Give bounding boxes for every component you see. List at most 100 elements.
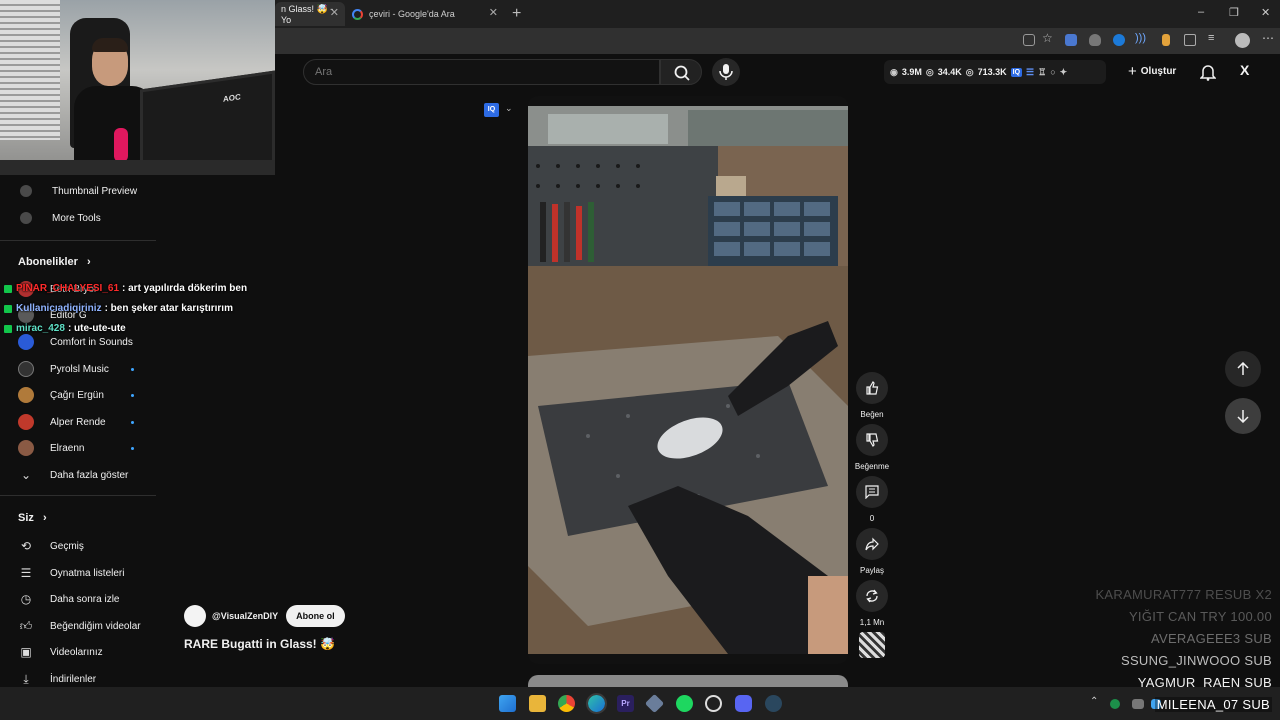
chrome-icon[interactable] xyxy=(558,695,575,712)
spotify-icon[interactable] xyxy=(676,695,693,712)
lock-extension-icon[interactable] xyxy=(1162,34,1170,46)
sidebar-item-subscription[interactable]: Pyrolsl Music xyxy=(18,361,109,377)
tool-icon xyxy=(20,185,32,197)
arrow-up-icon xyxy=(1237,362,1249,375)
sidebar-item-thumbnail-preview[interactable]: Thumbnail Preview xyxy=(18,185,137,197)
trophy-icon[interactable]: ♖ xyxy=(1038,67,1046,78)
x-icon[interactable]: X xyxy=(1240,62,1249,78)
sidebar-item-subscription[interactable]: Comfort in Sounds xyxy=(18,334,133,350)
create-button[interactable]: + Oluştur xyxy=(1128,63,1176,80)
sidebar-item-label: Thumbnail Preview xyxy=(52,185,138,197)
wifi-extension-icon[interactable]: ))) xyxy=(1135,32,1147,44)
windows-start-icon[interactable] xyxy=(499,695,516,712)
sidebar-item-more-tools[interactable]: More Tools xyxy=(18,212,101,224)
next-short-button[interactable] xyxy=(1225,398,1261,434)
tab-close-icon[interactable]: ✕ xyxy=(489,6,498,19)
video-icon: ▣ xyxy=(20,645,32,659)
translate-extension-icon[interactable] xyxy=(1065,34,1077,46)
like-button[interactable]: Beğen xyxy=(856,372,888,419)
search-input[interactable] xyxy=(315,66,615,78)
iq-badge[interactable]: IQ xyxy=(1010,67,1023,77)
taskbar: Pr ⌃ MILEENA_07 SUB xyxy=(0,687,1280,720)
thumbs-up-icon: 👍︎ xyxy=(19,618,33,633)
chat-message: PINAR_CHALYESI_61 : art yapılırda dökeri… xyxy=(4,283,247,294)
channel-name[interactable]: @VisualZenDIY xyxy=(212,611,278,621)
sidebar-item-downloads[interactable]: ⤓ İndirilenler xyxy=(18,671,96,687)
notifications-button[interactable] xyxy=(1199,63,1217,86)
sidebar-item-label: İndirilenler xyxy=(50,673,97,685)
you-title: Siz xyxy=(18,512,34,524)
remix-icon xyxy=(856,580,888,612)
app-icon[interactable] xyxy=(644,693,665,714)
tray-app-icon[interactable] xyxy=(1132,699,1144,709)
webcam-overlay: AOC xyxy=(0,0,275,175)
star-icon[interactable]: ☆ xyxy=(1042,31,1054,45)
tab-close-icon[interactable]: ✕ xyxy=(330,6,339,19)
sidebar-item-label: Çağrı Ergün xyxy=(50,389,104,401)
edge-icon[interactable] xyxy=(586,693,607,714)
sidebar-item-subscription[interactable]: Alper Rende xyxy=(18,414,106,430)
chat-badge-icon xyxy=(4,304,12,313)
dislike-label: Beğenme xyxy=(854,462,890,471)
chevron-down-icon[interactable]: ⌄ xyxy=(505,103,513,114)
sidebar-item-history[interactable]: ⟲ Geçmiş xyxy=(18,538,84,554)
steam-icon[interactable] xyxy=(765,695,782,712)
close-window-button[interactable]: ✕ xyxy=(1261,6,1270,19)
next-short-preview[interactable] xyxy=(528,675,848,687)
tray-chevron-icon[interactable]: ⌃ xyxy=(1090,696,1098,707)
sound-thumbnail[interactable] xyxy=(859,632,885,658)
channel-avatar[interactable] xyxy=(184,605,206,627)
sidebar-item-your-videos[interactable]: ▣ Videolarınız xyxy=(18,644,102,660)
puzzle-icon[interactable] xyxy=(1184,34,1196,46)
comments-button[interactable]: 0 xyxy=(856,476,888,523)
alert-line: MILEENA_07 SUB xyxy=(1154,697,1272,712)
premiere-icon[interactable]: Pr xyxy=(617,695,634,712)
maximize-button[interactable]: ❐ xyxy=(1229,6,1239,19)
iq-extension-badge[interactable]: IQ xyxy=(484,103,499,117)
list-icon[interactable]: ☰ xyxy=(1026,67,1034,78)
sidebar-item-watch-later[interactable]: ◷ Daha sonra izle xyxy=(18,591,120,607)
eye-icon: ◎ xyxy=(925,66,934,77)
sidebar-item-subscription[interactable]: Çağrı Ergün xyxy=(18,387,104,403)
share-button[interactable]: Paylaş xyxy=(856,528,888,575)
apps-icon[interactable] xyxy=(1023,34,1035,46)
browser-tab-google[interactable]: çeviri - Google'da Ara ✕ xyxy=(346,2,504,26)
chat-icon[interactable]: ○ xyxy=(1050,67,1055,77)
microphone-icon xyxy=(719,64,733,80)
previous-short-button[interactable] xyxy=(1225,351,1261,387)
tray-app-icon[interactable] xyxy=(1110,699,1120,709)
clock-app-icon[interactable] xyxy=(705,695,722,712)
sidebar-item-playlists[interactable]: ☰ Oynatma listeleri xyxy=(18,565,125,581)
divider xyxy=(0,495,156,496)
profile-avatar[interactable] xyxy=(1235,33,1250,48)
desk-image xyxy=(0,160,275,175)
dislike-button[interactable]: Beğenme xyxy=(855,424,889,471)
watching-count: 34.4K xyxy=(937,67,962,77)
discord-icon[interactable] xyxy=(735,695,752,712)
minimize-button[interactable]: – xyxy=(1198,6,1204,18)
remix-button[interactable]: 1,1 Mn xyxy=(856,580,888,627)
sparkle-icon[interactable]: ✦ xyxy=(1060,67,1068,78)
you-heading[interactable]: Siz › xyxy=(18,512,47,524)
new-tab-button[interactable]: + xyxy=(512,5,521,23)
avatar xyxy=(18,361,34,377)
show-more-button[interactable]: ⌄ Daha fazla göster xyxy=(18,467,128,483)
short-video[interactable] xyxy=(528,106,848,654)
sidebar-item-liked-videos[interactable]: 👍︎ Beğendiğim videolar xyxy=(18,618,141,634)
arrow-down-icon xyxy=(1237,410,1249,423)
sidebar-item-label: More Tools xyxy=(52,212,101,224)
browser-tab-youtube[interactable]: n Glass! 🤯 - Yo ✕ xyxy=(275,2,345,26)
voice-search-button[interactable] xyxy=(712,58,740,86)
subscriptions-heading[interactable]: Abonelikler › xyxy=(18,256,91,268)
sliders-icon[interactable]: ≡ xyxy=(1208,32,1220,44)
short-title[interactable]: RARE Bugatti in Glass! 🤯 xyxy=(184,637,335,651)
comments-count: 0 xyxy=(869,514,875,523)
new-content-dot xyxy=(131,447,134,450)
sidebar-item-subscription[interactable]: Elraenn xyxy=(18,440,84,456)
file-explorer-icon[interactable] xyxy=(529,695,546,712)
more-menu-icon[interactable]: ⋯ xyxy=(1262,31,1274,45)
vpn-extension-icon[interactable] xyxy=(1113,34,1125,46)
search-button[interactable] xyxy=(660,59,702,85)
subscribe-button[interactable]: Abone ol xyxy=(286,605,345,627)
shield-extension-icon[interactable] xyxy=(1089,34,1101,46)
